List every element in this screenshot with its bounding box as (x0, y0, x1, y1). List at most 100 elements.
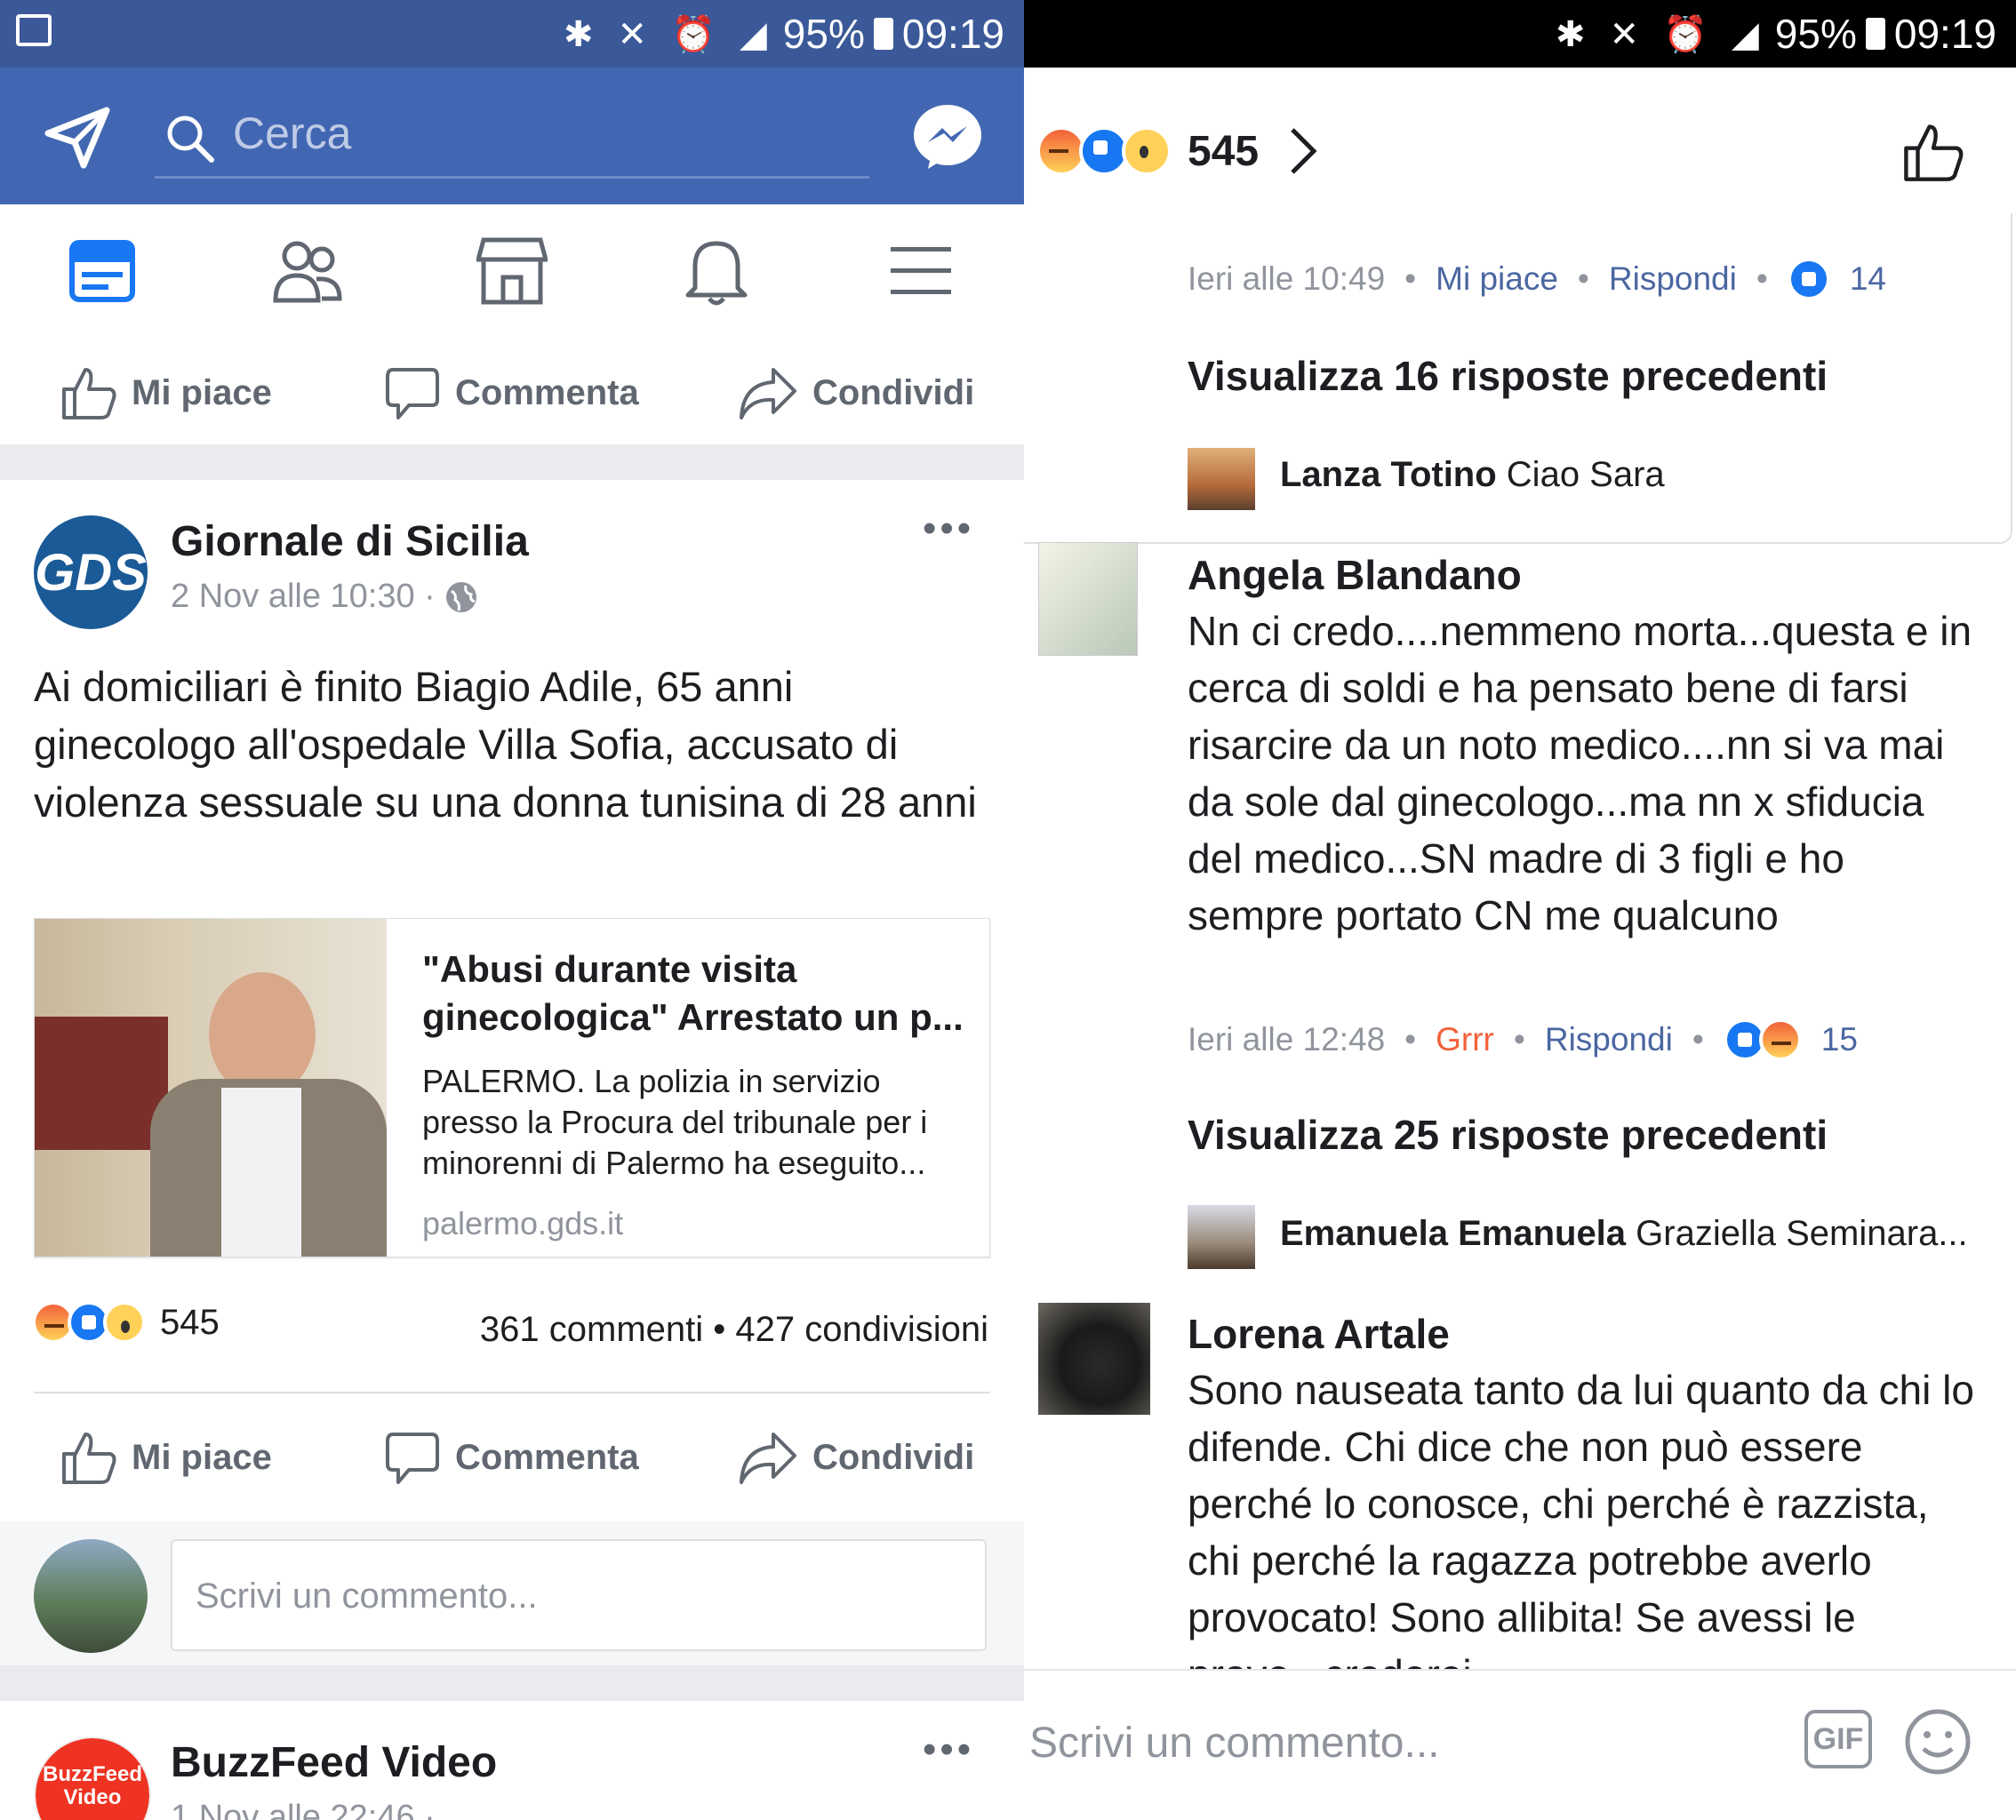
link-title: "Abusi durante visita ginecologica" Arre… (422, 948, 964, 1038)
comment-icon (386, 368, 439, 419)
emoji-icon[interactable] (1904, 1708, 1972, 1776)
view-previous-replies[interactable]: Visualizza 25 risposte precedenti (1188, 1111, 1828, 1159)
post-card: GDS Giornale di Sicilia 2 Nov alle 10:30… (0, 480, 1024, 1665)
reactions-summary[interactable]: 545 (32, 1301, 220, 1344)
reply-link[interactable]: Rispondi (1545, 1021, 1673, 1058)
next-post-time[interactable]: 1 Nov alle 22:46 · (171, 1799, 436, 1820)
comment-input[interactable]: Scrivi un commento... (1029, 1719, 1439, 1768)
status-icons: ✱ ✕ ⏰ ◢ (563, 14, 774, 54)
comment-text: Sono nauseata tanto da lui quanto da chi… (1188, 1367, 1974, 1669)
tab-notifications[interactable] (684, 235, 748, 307)
page-avatar[interactable]: GDS (34, 515, 148, 629)
comment-label: Commenta (455, 372, 639, 412)
comment-reaction-count[interactable]: 14 (1850, 260, 1886, 298)
reply-avatar (1188, 448, 1255, 510)
comment-button[interactable]: Commenta (384, 364, 639, 421)
reply-author[interactable]: Lanza Totino (1280, 455, 1497, 494)
buzzfeed-avatar[interactable]: BuzzFeed Video (34, 1736, 151, 1820)
prev-post-actions: Mi piace Commenta Condividi (0, 341, 1024, 444)
like-reaction-icon (1787, 258, 1830, 300)
like-button[interactable]: Mi piace (60, 364, 272, 421)
send-icon[interactable] (44, 107, 110, 169)
battery-level: 95% (1774, 11, 1857, 57)
reply-link[interactable]: Rispondi (1609, 260, 1737, 298)
gif-label: GIF (1812, 1721, 1864, 1756)
comment-reaction-count[interactable]: 15 (1821, 1021, 1858, 1058)
commenter-name[interactable]: Lorena Artale (1188, 1310, 1450, 1358)
post-comment-button[interactable]: Commenta (384, 1429, 639, 1486)
battery-icon (1865, 18, 1885, 50)
gif-button[interactable]: GIF (1804, 1710, 1872, 1768)
like-post-icon[interactable] (1902, 121, 1964, 183)
search-icon (167, 116, 214, 163)
chevron-right-icon (1291, 128, 1317, 174)
commenter-avatar[interactable] (1038, 542, 1138, 656)
comment-text: Nn ci credo....nemmeno morta...questa e … (1188, 608, 1972, 938)
comment-time: Ieri alle 10:49 (1188, 260, 1386, 297)
messenger-icon[interactable] (912, 101, 983, 172)
buzzfeed-logo: BuzzFeed Video (36, 1738, 149, 1820)
reply-body: Graziella Seminara... (1636, 1214, 1968, 1253)
comment-input[interactable]: Scrivi un commento... (171, 1539, 987, 1651)
link-description: PALERMO. La polizia in servizio presso l… (422, 1063, 928, 1181)
thumbs-up-icon (62, 368, 116, 419)
like-label: Mi piace (132, 372, 272, 412)
wow-reaction-icon (1122, 126, 1172, 176)
page-logo: GDS (35, 543, 147, 602)
commenter-name[interactable]: Angela Blandano (1188, 551, 1522, 599)
reactions-count: 545 (1188, 127, 1260, 175)
post-text: Ai domiciliari è finito Biagio Adile, 65… (34, 663, 977, 826)
status-bar: ✱ ✕ ⏰ ◢ 95% 09:19 (1024, 0, 2016, 68)
status-bar: ✱ ✕ ⏰ ◢ 95% 09:19 (0, 0, 1024, 68)
reply-body: Ciao Sara (1506, 455, 1665, 494)
tab-menu[interactable] (891, 245, 951, 297)
feed-panel: ✱ ✕ ⏰ ◢ 95% 09:19 Cerca Mi piace Comment… (0, 0, 1024, 1820)
post-author[interactable]: Giornale di Sicilia (171, 517, 529, 566)
tab-friends[interactable] (272, 238, 343, 304)
comment-meta-row: Ieri alle 10:49 • Mi piace • Rispondi • … (1188, 258, 1886, 300)
comments-shares-count[interactable]: 361 commenti • 427 condivisioni (480, 1310, 988, 1350)
like-comment-link[interactable]: Mi piace (1436, 260, 1558, 298)
separator-dot: • (1513, 1021, 1525, 1058)
link-preview[interactable]: "Abusi durante visita ginecologica" Arre… (34, 918, 990, 1257)
clock: 09:19 (1893, 11, 1996, 57)
reactions-summary[interactable]: 545 (1036, 124, 1321, 178)
reply-text: Emanuela Emanuela Graziella Seminara... (1280, 1214, 1968, 1254)
next-post-options-button[interactable]: ••• (923, 1728, 974, 1772)
globe-icon (445, 581, 476, 612)
office-sign (35, 1017, 168, 1150)
reply-text: Lanza Totino Ciao Sara (1280, 455, 1665, 495)
separator-dot: • (1404, 1021, 1417, 1058)
grrr-link[interactable]: Grrr (1436, 1021, 1494, 1058)
doctor-face (209, 972, 316, 1097)
comments-panel: ✱ ✕ ⏰ ◢ 95% 09:19 545 Ieri alle 10:49 • … (1024, 0, 2016, 1820)
search-input[interactable]: Cerca (233, 108, 351, 159)
reply-author[interactable]: Emanuela Emanuela (1280, 1214, 1626, 1253)
share-button[interactable]: Condividi (738, 364, 974, 421)
view-previous-replies[interactable]: Visualizza 16 risposte precedenti (1188, 352, 1828, 400)
comment-input-placeholder: Scrivi un commento... (196, 1577, 538, 1616)
commenter-avatar[interactable] (1038, 1303, 1150, 1415)
comment-reactions (1723, 1018, 1802, 1061)
comment-label: Commenta (455, 1437, 639, 1477)
like-label: Mi piace (132, 1437, 272, 1477)
comments-header: 545 (1024, 68, 2016, 228)
post-options-button[interactable]: ••• (923, 507, 974, 551)
next-post-author[interactable]: BuzzFeed Video (171, 1738, 497, 1787)
separator-dot: • (1577, 260, 1589, 297)
next-post-card: BuzzFeed Video BuzzFeed Video 1 Nov alle… (0, 1701, 1024, 1820)
comment-composer: Scrivi un commento... GIF (1024, 1669, 2016, 1820)
separator-dot: • (1404, 260, 1417, 297)
post-time[interactable]: 2 Nov alle 10:30 · (171, 578, 436, 616)
search-underline (155, 176, 869, 179)
post-like-button[interactable]: Mi piace (60, 1429, 272, 1486)
tab-news-feed[interactable] (69, 238, 135, 304)
post-share-button[interactable]: Condividi (738, 1429, 974, 1486)
comment-icon (386, 1433, 439, 1484)
comment-time: Ieri alle 12:48 (1188, 1021, 1386, 1058)
separator-dot: • (1756, 260, 1768, 297)
post-meta: 2 Nov alle 10:30 · (171, 578, 478, 616)
tab-marketplace[interactable] (476, 236, 548, 306)
app-header: Cerca (0, 68, 1024, 204)
reply-avatar (1188, 1205, 1255, 1269)
